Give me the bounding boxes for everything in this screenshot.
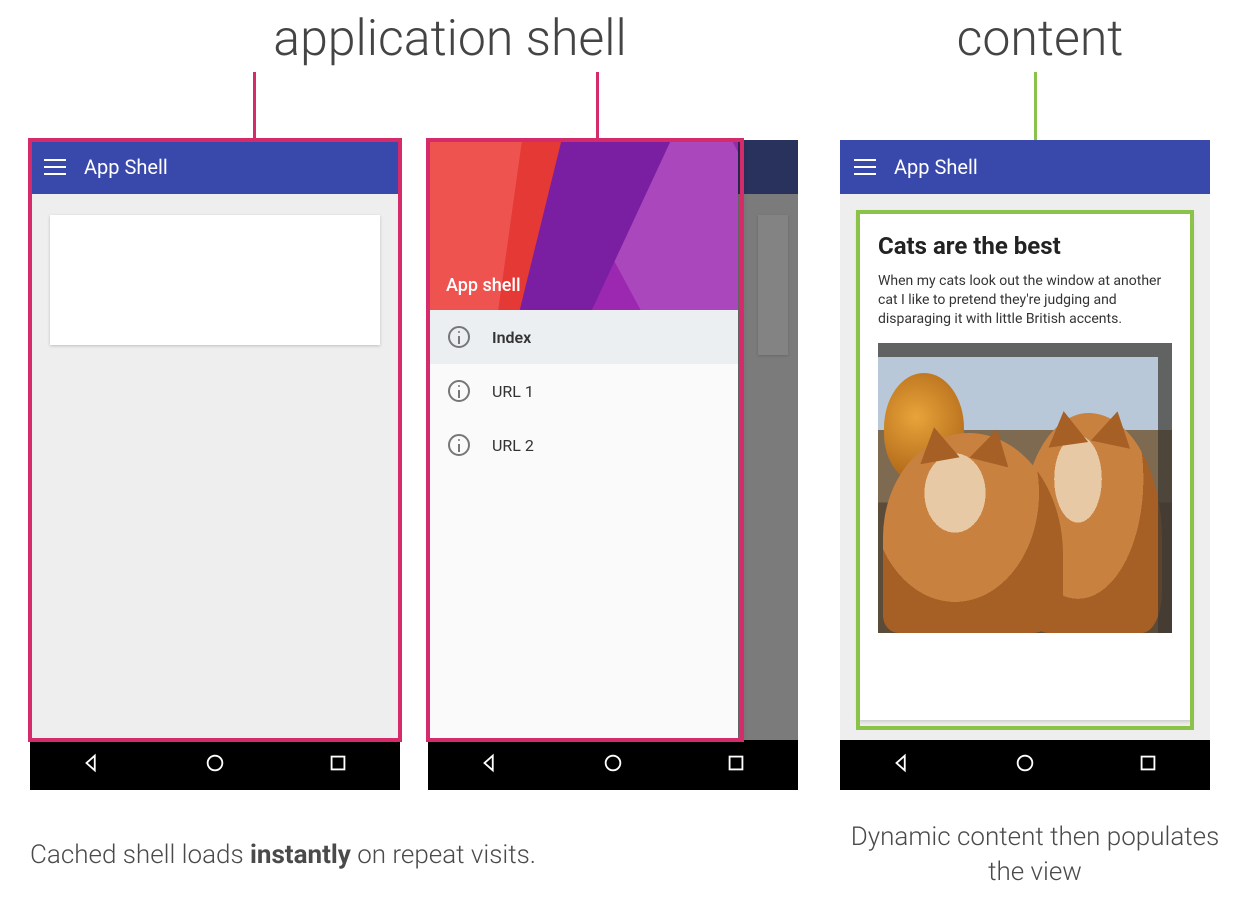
phone-mockup-shell-empty: App Shell <box>30 140 400 790</box>
drawer-item-label: URL 1 <box>492 382 534 401</box>
android-nav-bar <box>840 740 1210 790</box>
caption-content: Dynamic content then populates the view <box>845 820 1225 890</box>
info-icon <box>448 380 470 402</box>
content-image-cats <box>878 343 1172 633</box>
nav-home-icon[interactable] <box>204 752 226 778</box>
menu-icon[interactable] <box>854 159 876 175</box>
caption-bold: instantly <box>250 840 351 870</box>
app-bar-title: App Shell <box>894 155 978 179</box>
caption-text: on repeat visits. <box>351 840 536 870</box>
app-bar-title: App Shell <box>84 155 168 179</box>
caption-text: Cached shell loads <box>30 840 250 870</box>
drawer-item-url1[interactable]: URL 1 <box>428 364 738 418</box>
empty-content-card <box>50 215 380 345</box>
nav-back-icon[interactable] <box>81 752 103 778</box>
drawer-header: App shell <box>428 140 738 310</box>
drawer-item-index[interactable]: Index <box>428 310 738 364</box>
android-nav-bar <box>30 740 400 790</box>
nav-recent-icon[interactable] <box>725 752 747 778</box>
label-application-shell: application shell <box>210 10 690 68</box>
info-icon <box>448 326 470 348</box>
android-nav-bar <box>428 740 798 790</box>
drawer-item-label: URL 2 <box>492 436 534 455</box>
app-bar: App Shell <box>840 140 1210 194</box>
phone-mockup-content: App Shell Cats are the best When my cats… <box>840 140 1210 790</box>
phone-mockup-shell-drawer: App shell Index URL 1 URL 2 <box>428 140 798 790</box>
nav-home-icon[interactable] <box>1014 752 1036 778</box>
menu-icon[interactable] <box>44 159 66 175</box>
drawer-item-label: Index <box>492 328 531 347</box>
label-content: content <box>930 10 1150 68</box>
content-card: Cats are the best When my cats look out … <box>858 212 1192 720</box>
nav-back-icon[interactable] <box>891 752 913 778</box>
content-body: When my cats look out the window at anot… <box>878 272 1172 329</box>
drawer-menu: Index URL 1 URL 2 <box>428 310 738 472</box>
drawer-title: App shell <box>446 275 521 296</box>
nav-home-icon[interactable] <box>602 752 624 778</box>
drawer-item-url2[interactable]: URL 2 <box>428 418 738 472</box>
nav-back-icon[interactable] <box>479 752 501 778</box>
connector-line <box>253 72 256 142</box>
nav-recent-icon[interactable] <box>1137 752 1159 778</box>
nav-recent-icon[interactable] <box>327 752 349 778</box>
info-icon <box>448 434 470 456</box>
content-title: Cats are the best <box>878 232 1172 260</box>
caption-shell: Cached shell loads instantly on repeat v… <box>30 840 770 870</box>
navigation-drawer: App shell Index URL 1 URL 2 <box>428 140 738 740</box>
app-bar: App Shell <box>30 140 400 194</box>
connector-line <box>596 72 599 142</box>
